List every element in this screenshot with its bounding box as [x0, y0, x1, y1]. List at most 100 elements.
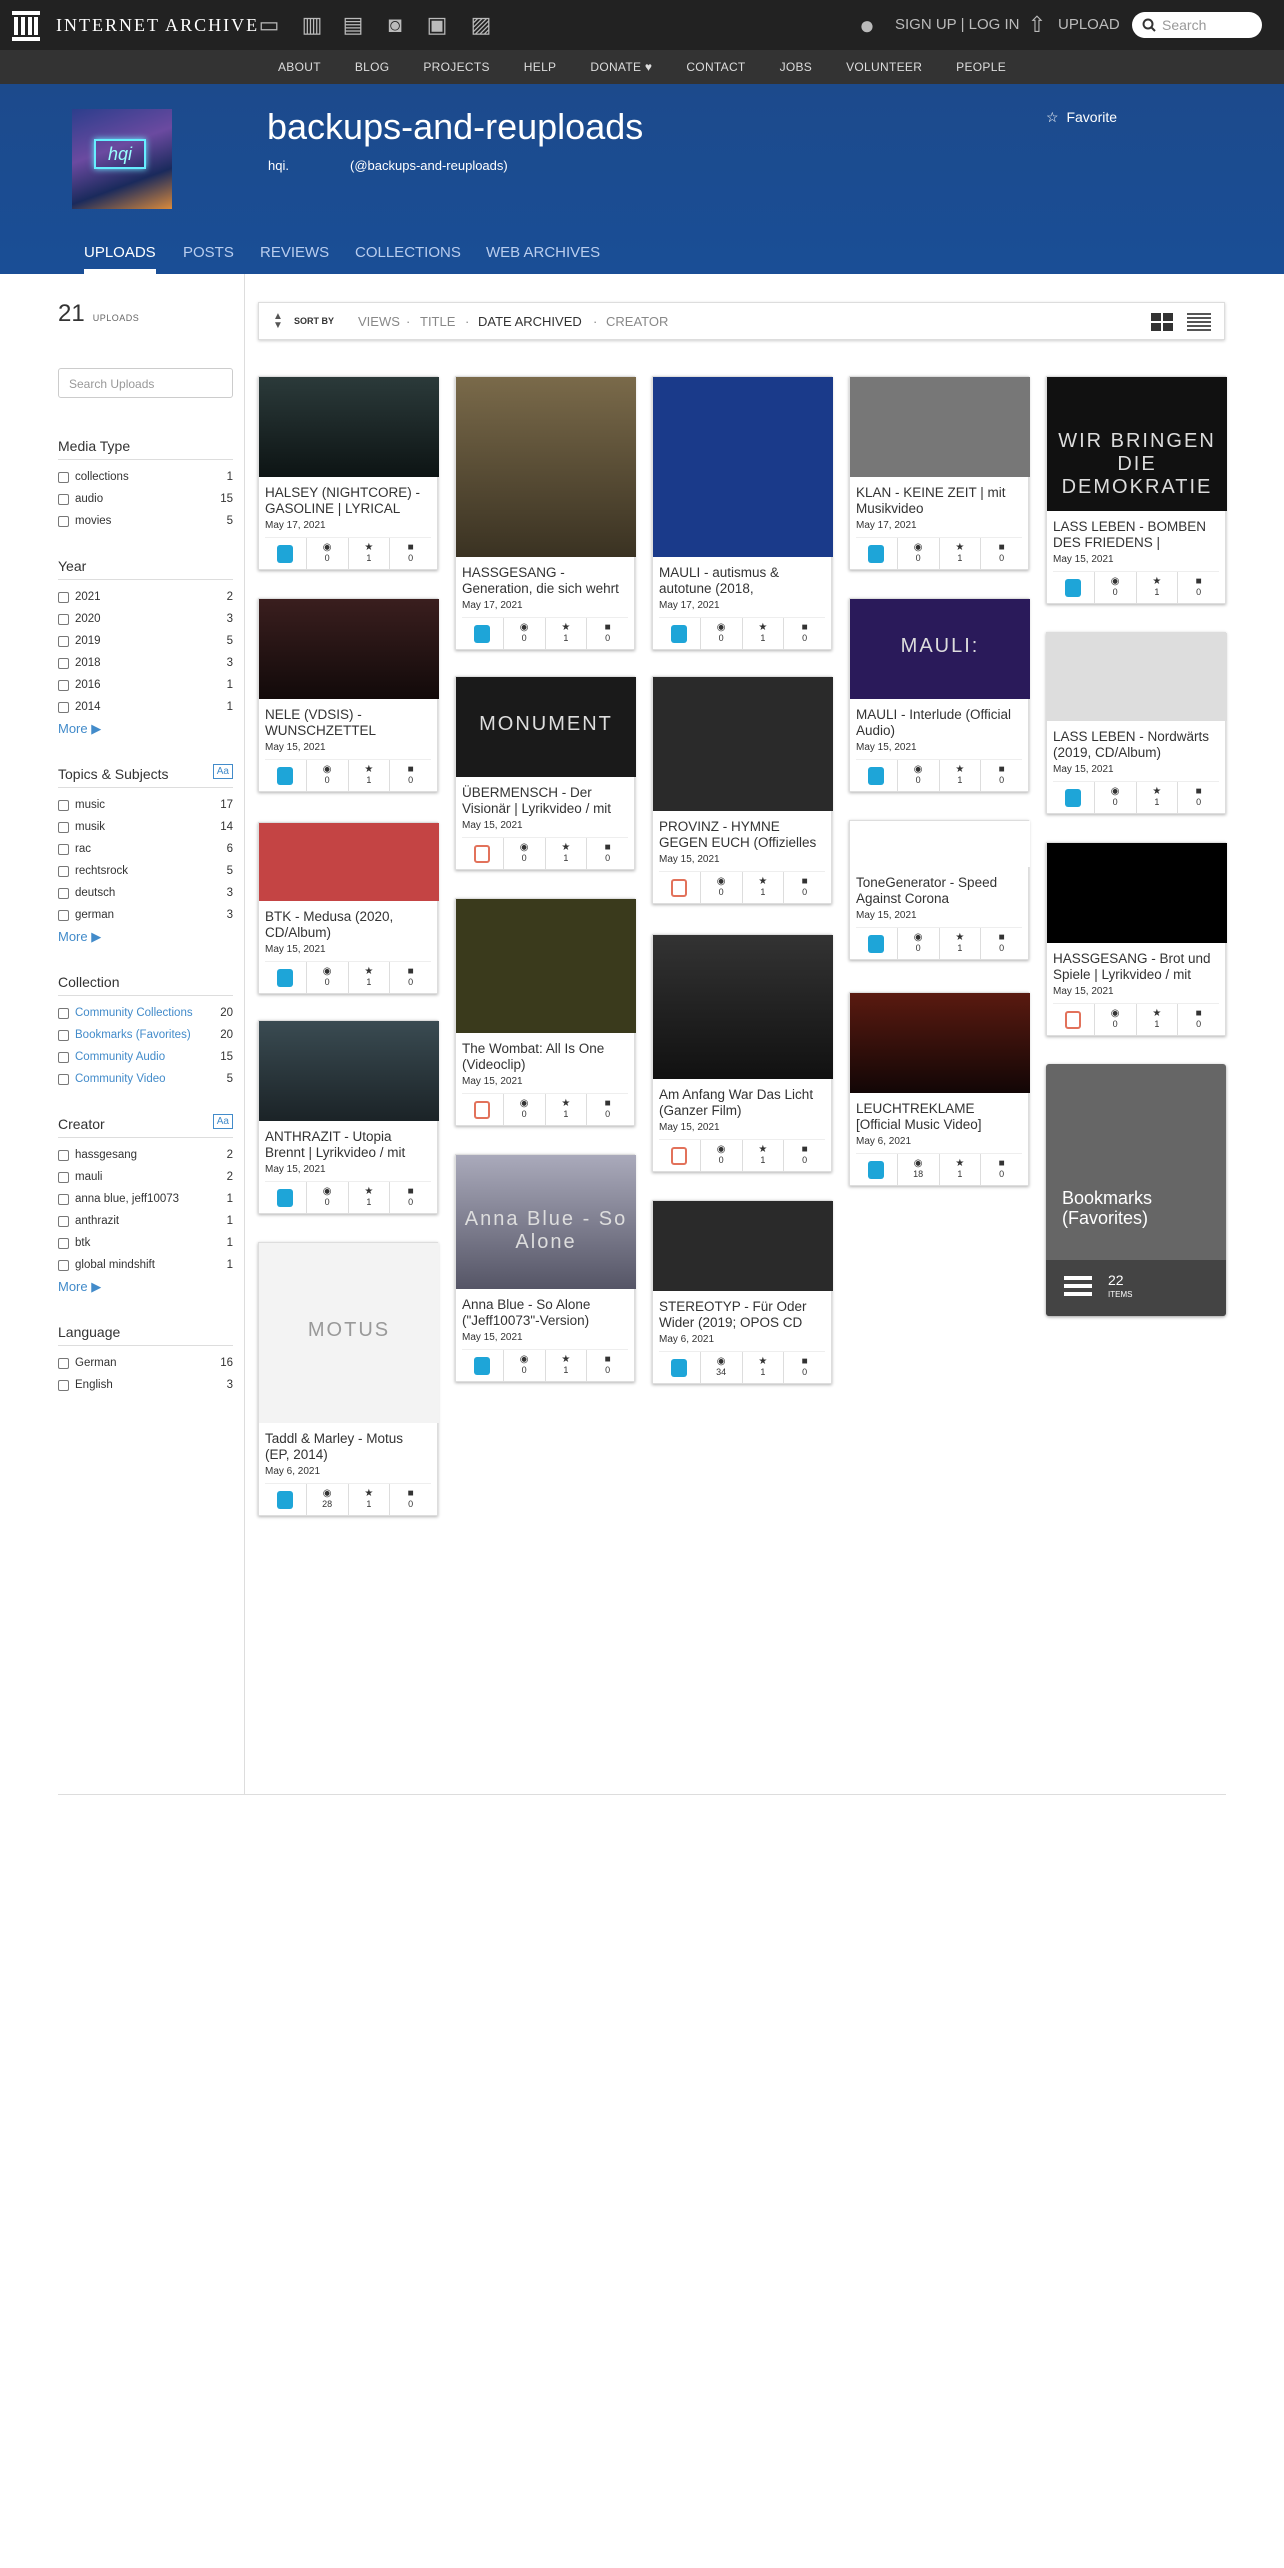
- item-tile[interactable]: NELE (VDSIS) - WUNSCHZETTEL May 15, 2021 ◉…: [258, 598, 439, 792]
- facet-row[interactable]: collections 1: [58, 466, 233, 488]
- facet-row[interactable]: music 17: [58, 794, 233, 816]
- facet-checkbox[interactable]: [58, 799, 69, 811]
- item-thumbnail[interactable]: [850, 377, 1030, 477]
- item-thumbnail[interactable]: MOTUS: [259, 1243, 439, 1423]
- facet-checkbox[interactable]: [58, 1215, 69, 1227]
- facet-checkbox[interactable]: [58, 635, 69, 647]
- tab-posts[interactable]: POSTS: [183, 244, 234, 261]
- sort-title[interactable]: TITLE: [420, 314, 455, 329]
- facet-row[interactable]: English 3: [58, 1374, 233, 1396]
- item-tile[interactable]: ToneGenerator - Speed Against Corona May …: [849, 820, 1030, 960]
- facet-label[interactable]: 2021: [75, 591, 227, 603]
- item-tile[interactable]: PROVINZ - HYMNE GEGEN EUCH (Offizielles M…: [652, 676, 833, 904]
- subnav-blog[interactable]: BLOG: [338, 50, 407, 84]
- facet-checkbox[interactable]: [58, 1193, 69, 1205]
- facet-checkbox[interactable]: [58, 1237, 69, 1249]
- facet-label[interactable]: Community Video: [75, 1073, 227, 1085]
- item-thumbnail[interactable]: [259, 599, 439, 699]
- item-title[interactable]: BTK - Medusa (2020, CD/Album): [259, 901, 437, 941]
- item-title[interactable]: MAULI - Interlude (Official Audio): [850, 699, 1028, 739]
- audio-icon[interactable]: ◙: [382, 12, 408, 38]
- tab-collections[interactable]: COLLECTIONS: [355, 244, 461, 261]
- subnav-jobs[interactable]: JOBS: [763, 50, 830, 84]
- facet-row[interactable]: btk 1: [58, 1232, 233, 1254]
- list-view-icon[interactable]: [1187, 313, 1211, 331]
- facet-more-link[interactable]: More ▶: [58, 926, 233, 948]
- facet-row[interactable]: rac 6: [58, 838, 233, 860]
- archive-logo-text[interactable]: INTERNET ARCHIVE: [56, 15, 259, 36]
- item-title[interactable]: LASS LEBEN - BOMBEN DES FRIEDENS |: [1047, 511, 1225, 551]
- item-tile[interactable]: MONUMENT ÜBERMENSCH - Der Visionär | Lyri…: [455, 676, 636, 870]
- facet-checkbox[interactable]: [58, 865, 69, 877]
- archive-logo-icon[interactable]: [12, 11, 40, 41]
- facet-row[interactable]: anthrazit 1: [58, 1210, 233, 1232]
- facet-row[interactable]: german 3: [58, 904, 233, 926]
- item-title[interactable]: ToneGenerator - Speed Against Corona: [850, 867, 1028, 907]
- facet-label[interactable]: 2019: [75, 635, 227, 647]
- item-tile[interactable]: STEREOTYP - Für Oder Wider (2019; OPOS C…: [652, 1200, 833, 1384]
- item-title[interactable]: The Wombat: All Is One (Videoclip): [456, 1033, 634, 1073]
- facet-label[interactable]: movies: [75, 515, 227, 527]
- collection-tile[interactable]: Bookmarks (Favorites) 22 ITEMS: [1046, 1064, 1226, 1316]
- item-tile[interactable]: LEUCHTREKLAME [Official Music Video] May …: [849, 992, 1030, 1186]
- facet-label[interactable]: Bookmarks (Favorites): [75, 1029, 220, 1041]
- facet-row[interactable]: Community Collections 20: [58, 1002, 233, 1024]
- facet-label[interactable]: anthrazit: [75, 1215, 227, 1227]
- item-title[interactable]: PROVINZ - HYMNE GEGEN EUCH (Offizielles: [653, 811, 831, 851]
- facet-checkbox[interactable]: [58, 591, 69, 603]
- facet-checkbox[interactable]: [58, 1007, 69, 1019]
- facet-row[interactable]: audio 15: [58, 488, 233, 510]
- facet-checkbox[interactable]: [58, 1171, 69, 1183]
- facet-row[interactable]: 2019 5: [58, 630, 233, 652]
- facet-row[interactable]: hassgesang 2: [58, 1144, 233, 1166]
- item-tile[interactable]: HALSEY (NIGHTCORE) - GASOLINE | LYRICAL M…: [258, 376, 439, 570]
- item-tile[interactable]: MAULI: MAULI - Interlude (Official Audio)…: [849, 598, 1030, 792]
- facet-label[interactable]: rechtsrock: [75, 865, 227, 877]
- facet-checkbox[interactable]: [58, 887, 69, 899]
- item-tile[interactable]: LASS LEBEN - Nordwärts (2019, CD/Album) M…: [1046, 632, 1227, 814]
- facet-checkbox[interactable]: [58, 657, 69, 669]
- item-title[interactable]: Anna Blue - So Alone ("Jeff10073"-Versio…: [456, 1289, 634, 1329]
- texts-icon[interactable]: ▥: [299, 12, 325, 38]
- facet-label[interactable]: German: [75, 1357, 220, 1369]
- facet-row[interactable]: 2020 3: [58, 608, 233, 630]
- subnav-help[interactable]: HELP: [507, 50, 574, 84]
- facet-row[interactable]: musik 14: [58, 816, 233, 838]
- facet-label[interactable]: german: [75, 909, 227, 921]
- facet-checkbox[interactable]: [58, 1051, 69, 1063]
- item-tile[interactable]: BTK - Medusa (2020, CD/Album) May 15, 202…: [258, 822, 439, 994]
- item-thumbnail[interactable]: [653, 677, 833, 811]
- item-tile[interactable]: Am Anfang War Das Licht (Ganzer Film) May…: [652, 934, 833, 1172]
- tab-reviews[interactable]: REVIEWS: [260, 244, 329, 261]
- tab-uploads[interactable]: UPLOADS: [84, 244, 156, 274]
- facet-checkbox[interactable]: [58, 1073, 69, 1085]
- item-tile[interactable]: KLAN - KEINE ZEIT | mit Musikvideo May 17…: [849, 376, 1030, 570]
- item-tile[interactable]: MOTUS Taddl & Marley - Motus (EP, 2014) Ma…: [258, 1242, 439, 1516]
- facet-checkbox[interactable]: [58, 515, 69, 527]
- facet-checkbox[interactable]: [58, 843, 69, 855]
- facet-checkbox[interactable]: [58, 1259, 69, 1271]
- item-title[interactable]: HASSGESANG - Brot und Spiele | Lyrikvide…: [1047, 943, 1225, 983]
- facet-row[interactable]: Community Audio 15: [58, 1046, 233, 1068]
- item-thumbnail[interactable]: [259, 823, 439, 901]
- item-thumbnail[interactable]: [1047, 843, 1227, 943]
- facet-row[interactable]: rechtsrock 5: [58, 860, 233, 882]
- item-thumbnail[interactable]: [653, 377, 833, 557]
- facet-label[interactable]: music: [75, 799, 220, 811]
- item-thumbnail[interactable]: [259, 1021, 439, 1121]
- facet-checkbox[interactable]: [58, 493, 69, 505]
- item-title[interactable]: LASS LEBEN - Nordwärts (2019, CD/Album): [1047, 721, 1225, 761]
- item-thumbnail[interactable]: [850, 821, 1030, 867]
- favorite-button[interactable]: ☆ Favorite: [1046, 109, 1117, 126]
- facet-row[interactable]: deutsch 3: [58, 882, 233, 904]
- facet-sort-toggle[interactable]: Aa: [212, 1114, 233, 1129]
- facet-row[interactable]: German 16: [58, 1352, 233, 1374]
- item-thumbnail[interactable]: [456, 377, 636, 557]
- subnav-volunteer[interactable]: VOLUNTEER: [829, 50, 939, 84]
- facet-row[interactable]: mauli 2: [58, 1166, 233, 1188]
- subnav-people[interactable]: PEOPLE: [939, 50, 1023, 84]
- item-tile[interactable]: HASSGESANG - Brot und Spiele | Lyrikvide…: [1046, 842, 1227, 1036]
- facet-label[interactable]: global mindshift: [75, 1259, 227, 1271]
- facet-row[interactable]: 2014 1: [58, 696, 233, 718]
- item-thumbnail[interactable]: [259, 377, 439, 477]
